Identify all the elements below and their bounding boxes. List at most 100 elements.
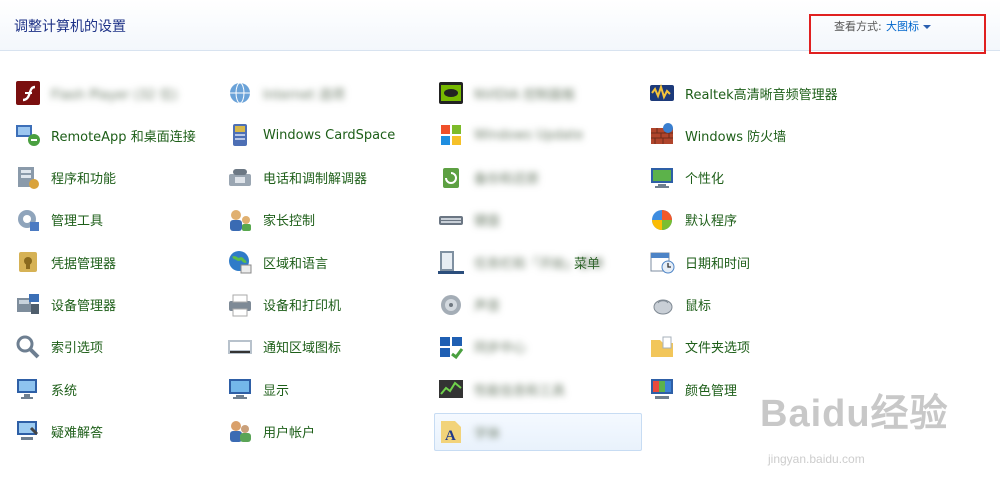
control-panel-item-label: 键盘 xyxy=(474,214,501,230)
control-panel-item[interactable]: 管理工具 xyxy=(14,202,214,238)
control-panel-item[interactable]: NVIDIA 控制面板 xyxy=(437,75,637,111)
watermark-logo: Baidu经验 xyxy=(760,393,949,435)
control-panel-item[interactable]: 鼠标 xyxy=(648,287,848,323)
control-panel-item[interactable]: 设备和打印机 xyxy=(226,287,426,323)
color-management-icon xyxy=(648,375,676,403)
cardspace-icon xyxy=(226,121,254,149)
admin-tools-icon xyxy=(14,206,42,234)
control-panel-item-label: 备份和还原 xyxy=(474,172,540,188)
control-panel-item[interactable]: 默认程序 xyxy=(648,202,848,238)
control-panel-item[interactable]: Realtek高清晰音频管理器 xyxy=(648,75,848,111)
notification-area-icon xyxy=(226,333,254,361)
default-programs-icon xyxy=(648,206,676,234)
indexing-options-icon xyxy=(14,333,42,361)
windows-update-icon xyxy=(437,121,465,149)
svg-text:A: A xyxy=(445,428,456,444)
control-panel-item-label: 区域和语言 xyxy=(263,256,329,272)
control-panel-item[interactable]: 系统 xyxy=(14,371,214,407)
control-panel-item[interactable]: Windows Update xyxy=(437,117,637,153)
control-panel-item-label: 索引选项 xyxy=(51,341,104,357)
control-panel-item-label: NVIDIA 控制面板 xyxy=(474,87,576,103)
sync-center-icon xyxy=(437,333,465,361)
fonts-icon: A xyxy=(437,418,465,446)
control-panel-item-label: 性能信息和工具 xyxy=(474,383,566,399)
sound-icon xyxy=(437,291,465,319)
control-panel-item[interactable]: 凭据管理器 xyxy=(14,244,214,280)
date-time-icon xyxy=(648,248,676,276)
control-panel-item[interactable]: 性能信息和工具 xyxy=(437,371,637,407)
mouse-icon xyxy=(648,291,676,319)
control-panel-item[interactable]: 通知区域图标 xyxy=(226,329,426,365)
control-panel-item[interactable]: RemoteApp 和桌面连接 xyxy=(14,117,214,153)
highlight-annotation xyxy=(809,14,986,54)
backup-restore-icon xyxy=(437,164,465,192)
control-panel-item-label: 家长控制 xyxy=(263,214,316,230)
control-panel-item[interactable]: Flash Player (32 位) xyxy=(14,75,214,111)
realtek-audio-icon xyxy=(648,79,676,107)
control-panel-item-label: Realtek高清晰音频管理器 xyxy=(685,87,838,103)
control-panel-item-label: 疑难解答 xyxy=(51,425,104,441)
control-panel-item-label: Internet 选项 xyxy=(263,87,345,103)
control-panel-item[interactable]: 疑难解答 xyxy=(14,413,214,449)
control-panel-item-label: 鼠标 xyxy=(685,299,712,314)
control-panel-item-label: 任务栏和「开始」菜单 xyxy=(474,256,605,272)
control-panel-item[interactable]: 程序和功能 xyxy=(14,160,214,196)
control-panel-item-label: 字体 xyxy=(474,426,501,442)
control-panel-item[interactable]: 任务栏和「开始」菜单 菜单 xyxy=(437,244,637,280)
firewall-icon xyxy=(648,121,676,149)
watermark-url: jingyan.baidu.com xyxy=(768,452,865,466)
control-panel-item[interactable]: 区域和语言 xyxy=(226,244,426,280)
control-panel-item-label: 凭据管理器 xyxy=(51,256,117,272)
control-panel-item[interactable]: 设备管理器 xyxy=(14,287,214,323)
nvidia-icon xyxy=(437,79,465,107)
internet-options-icon xyxy=(226,79,254,107)
control-panel-item-label: 文件夹选项 xyxy=(685,341,751,357)
flash-player-icon xyxy=(14,79,42,107)
display-icon xyxy=(226,375,254,403)
system-icon xyxy=(14,375,42,403)
control-panel-item[interactable]: 文件夹选项 xyxy=(648,329,848,365)
control-panel-item-label: 个性化 xyxy=(685,172,725,188)
control-panel-item[interactable]: Internet 选项 xyxy=(226,75,426,111)
control-panel-item-label: 默认程序 xyxy=(685,214,738,230)
control-panel-item[interactable]: 用户帐户 xyxy=(226,413,426,449)
control-panel-item-label: 设备和打印机 xyxy=(263,299,342,314)
keyboard-icon xyxy=(437,206,465,234)
control-panel-item-label: RemoteApp 和桌面连接 xyxy=(51,129,196,145)
control-panel-item[interactable]: 索引选项 xyxy=(14,329,214,365)
control-panel-item[interactable]: 键盘 xyxy=(437,202,637,238)
control-panel-item-label: 管理工具 xyxy=(51,214,104,230)
performance-icon xyxy=(437,375,465,403)
control-panel-item[interactable]: Windows 防火墙 xyxy=(648,117,848,153)
control-panel-item[interactable]: 备份和还原 xyxy=(437,160,637,196)
control-panel-item-label: 通知区域图标 xyxy=(263,341,342,357)
control-panel-item-label: Windows 防火墙 xyxy=(685,129,787,145)
region-language-icon xyxy=(226,248,254,276)
control-panel-item-label: Windows CardSpace xyxy=(263,127,396,143)
control-panel-item[interactable]: 日期和时间 xyxy=(648,244,848,280)
control-panel-item-label: 颜色管理 xyxy=(685,383,738,399)
control-panel-item-label: 显示 xyxy=(263,383,290,399)
control-panel-item[interactable]: 显示 xyxy=(226,371,426,407)
control-panel-item[interactable]: A 字体 xyxy=(434,413,642,452)
phone-modem-icon xyxy=(226,164,254,192)
personalization-icon xyxy=(648,164,676,192)
device-manager-icon xyxy=(14,291,42,319)
control-panel-item-label: 系统 xyxy=(51,383,78,399)
control-panel-item-label: 日期和时间 xyxy=(685,256,751,272)
control-panel-item[interactable]: 个性化 xyxy=(648,160,848,196)
control-panel-item-label: Windows Update xyxy=(474,127,584,143)
control-panel-item[interactable]: 家长控制 xyxy=(226,202,426,238)
user-accounts-icon xyxy=(226,417,254,445)
folder-options-icon xyxy=(648,333,676,361)
parental-controls-icon xyxy=(226,206,254,234)
page-title: 调整计算机的设置 xyxy=(14,19,126,35)
control-panel-item[interactable]: 声音 xyxy=(437,287,637,323)
programs-features-icon xyxy=(14,164,42,192)
control-panel-item[interactable]: 同步中心 xyxy=(437,329,637,365)
control-panel-item[interactable]: Windows CardSpace xyxy=(226,117,426,153)
control-panel-item[interactable]: 电话和调制解调器 xyxy=(226,160,426,196)
control-panel-item-label: 电话和调制解调器 xyxy=(263,172,368,188)
control-panel-item-label: 同步中心 xyxy=(474,341,527,357)
credential-manager-icon xyxy=(14,248,42,276)
